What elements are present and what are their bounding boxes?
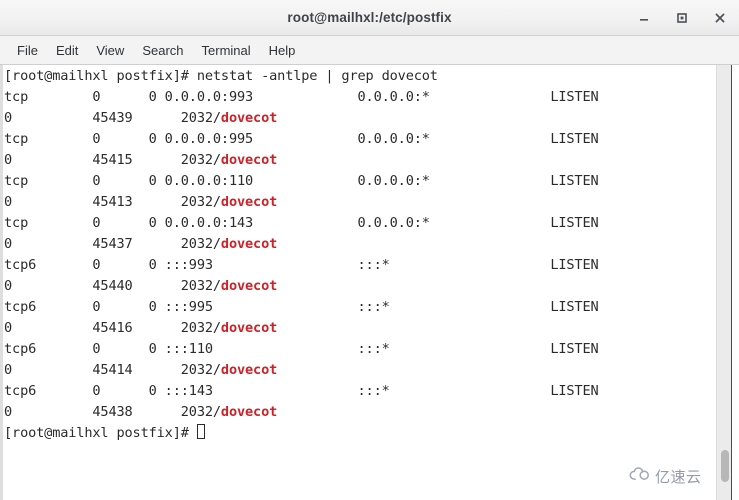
maximize-button[interactable]	[671, 7, 693, 29]
window-titlebar: root@mailhxl:/etc/postfix	[0, 0, 739, 36]
terminal-cursor	[196, 424, 205, 439]
minimize-button[interactable]	[633, 7, 655, 29]
watermark: 亿速云	[629, 466, 702, 487]
watermark-text: 亿速云	[655, 468, 702, 486]
scrollbar-thumb[interactable]	[721, 450, 729, 482]
menu-item-file[interactable]: File	[8, 41, 47, 60]
terminal-window: root@mailhxl:/etc/postfix File Edit View…	[0, 0, 739, 500]
menu-item-terminal[interactable]: Terminal	[193, 41, 260, 60]
window-title: root@mailhxl:/etc/postfix	[287, 10, 452, 25]
terminal-right-edge	[731, 65, 739, 500]
terminal-output: [root@mailhxl postfix]# netstat -antlpe …	[4, 68, 599, 441]
window-controls	[633, 0, 731, 35]
terminal-screen[interactable]: [root@mailhxl postfix]# netstat -antlpe …	[3, 65, 716, 500]
terminal-scrollbar[interactable]	[716, 65, 731, 500]
menu-item-search[interactable]: Search	[133, 41, 192, 60]
cloud-icon	[629, 467, 651, 486]
menu-item-edit[interactable]: Edit	[47, 41, 87, 60]
menu-item-help[interactable]: Help	[260, 41, 305, 60]
close-button[interactable]	[709, 7, 731, 29]
terminal-area: [root@mailhxl postfix]# netstat -antlpe …	[0, 65, 739, 500]
menu-bar: File Edit View Search Terminal Help	[0, 36, 739, 65]
menu-item-view[interactable]: View	[87, 41, 133, 60]
